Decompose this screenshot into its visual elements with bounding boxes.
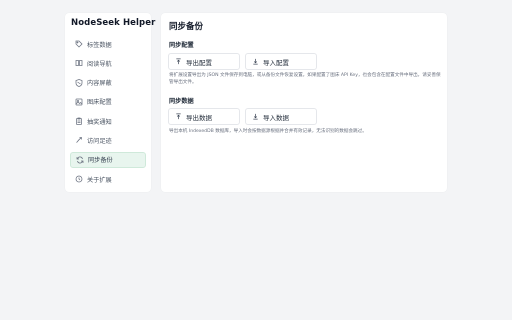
image-icon — [75, 98, 83, 106]
import-icon — [252, 58, 259, 65]
sidebar-item-label: 访问足迹 — [87, 137, 112, 145]
main-panel: 同步备份 同步配置 导出配置 导入配置 将扩展设置导出为 JSON 文件保存到电… — [161, 13, 447, 192]
import-icon — [252, 113, 259, 120]
sidebar-item-footprint[interactable]: 访问足迹 — [70, 132, 146, 148]
data-section-title: 同步数据 — [169, 98, 194, 105]
shield-icon — [75, 78, 83, 87]
data-description: 导出本机 IndexedDB 数据库，导入时会按数据源根据并合并有效记录，无法识… — [169, 129, 367, 134]
sidebar-item-tag-data[interactable]: 标签数据 — [70, 36, 146, 52]
export-config-button[interactable]: 导出配置 — [168, 53, 240, 70]
config-description: 将扩展设置导出为 JSON 文件保存到电脑，或从备份文件恢复设置。如果配置了图床… — [169, 73, 441, 85]
sidebar-item-label: 内容屏蔽 — [87, 80, 112, 88]
app-title: NodeSeek Helper — [71, 18, 156, 28]
clipboard-icon — [75, 117, 83, 126]
sidebar-item-sync-backup[interactable]: 同步备份 — [70, 151, 146, 168]
sidebar-item-label: 阅读导航 — [87, 60, 112, 68]
sidebar-item-reading-nav[interactable]: 阅读导航 — [70, 55, 146, 71]
book-icon — [75, 59, 83, 67]
import-config-button[interactable]: 导入配置 — [245, 53, 317, 70]
export-icon — [175, 58, 182, 65]
sidebar-item-label: 图床配置 — [87, 99, 112, 107]
page-title: 同步备份 — [169, 22, 204, 32]
config-section-title: 同步配置 — [169, 42, 194, 49]
sidebar-item-content-block[interactable]: 内容屏蔽 — [70, 75, 146, 91]
sidebar-item-about[interactable]: 关于扩展 — [70, 171, 146, 187]
sidebar-nav: 标签数据 阅读导航 内容屏蔽 图床配置 抽奖通知 访问足迹 同步备份 关于扩展 — [70, 36, 146, 190]
clock-icon — [75, 175, 83, 183]
sidebar-item-label: 关于扩展 — [87, 176, 112, 184]
footprint-icon — [75, 136, 83, 144]
sync-icon — [76, 156, 84, 164]
sidebar-item-lottery[interactable]: 抽奖通知 — [70, 113, 146, 129]
sidebar-item-label: 抽奖通知 — [87, 118, 112, 126]
export-icon — [175, 113, 182, 120]
sidebar-item-label: 标签数据 — [87, 41, 112, 49]
import-data-button[interactable]: 导入数据 — [245, 108, 317, 125]
sidebar-item-label: 同步备份 — [88, 157, 113, 165]
sidebar-item-image-host[interactable]: 图床配置 — [70, 94, 146, 110]
tag-icon — [75, 40, 83, 48]
export-data-button[interactable]: 导出数据 — [168, 108, 240, 125]
sidebar: NodeSeek Helper 标签数据 阅读导航 内容屏蔽 图床配置 抽奖通知… — [65, 13, 155, 192]
